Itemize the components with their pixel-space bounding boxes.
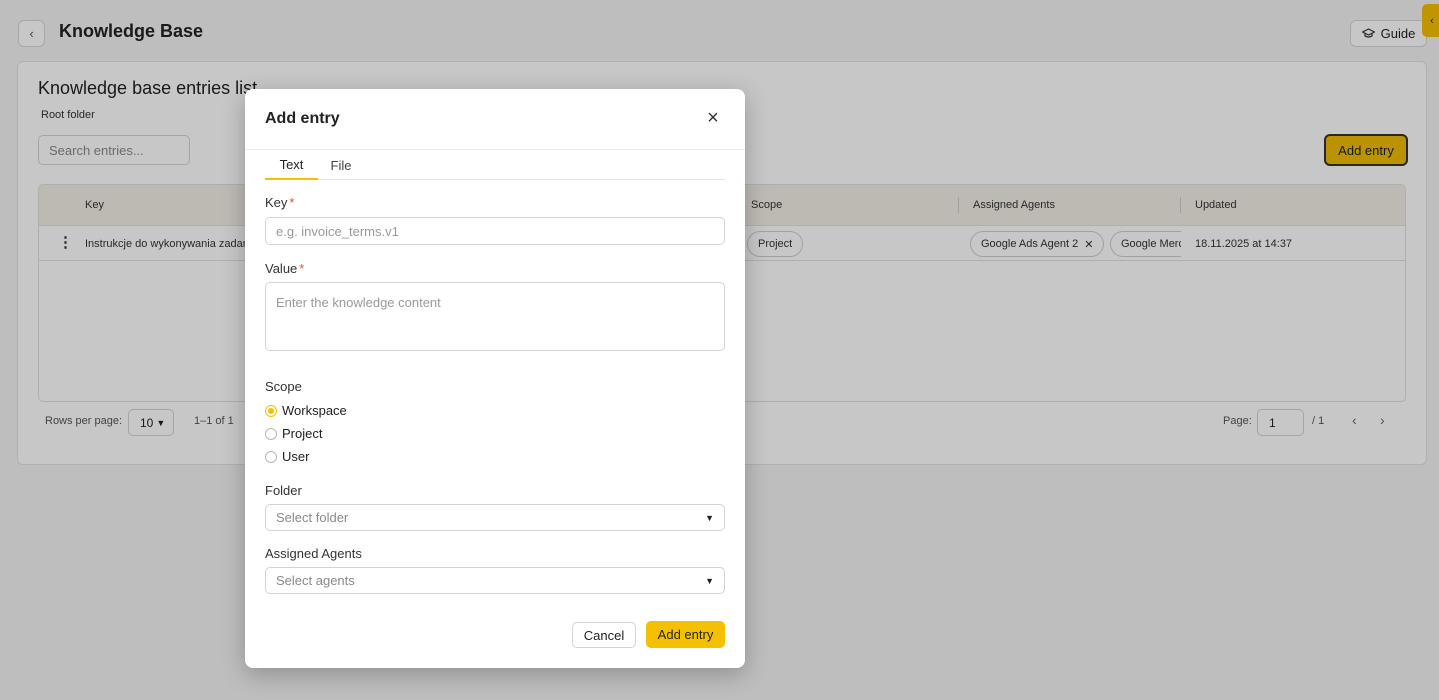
entry-type-tabs: Text File	[265, 151, 725, 180]
submit-add-entry-button[interactable]: Add entry	[646, 621, 725, 648]
value-textarea[interactable]	[265, 282, 725, 351]
radio-label: Workspace	[282, 403, 347, 418]
scope-radio-project[interactable]: Project	[265, 426, 322, 441]
close-icon[interactable]: ×	[703, 108, 723, 128]
value-label: Value *	[265, 261, 304, 276]
folder-select-placeholder: Select folder	[276, 510, 349, 525]
key-label: Key *	[265, 195, 294, 210]
scope-radio-user[interactable]: User	[265, 449, 309, 464]
radio-checked-icon[interactable]	[265, 404, 277, 417]
scope-label: Scope	[265, 379, 302, 394]
tab-text[interactable]: Text	[265, 151, 318, 180]
caret-down-icon: ▼	[705, 512, 714, 523]
required-mark: *	[299, 261, 305, 276]
caret-down-icon: ▼	[705, 575, 714, 586]
radio-unchecked-icon[interactable]	[265, 450, 277, 463]
agents-select[interactable]: Select agents ▼	[265, 567, 725, 594]
folder-select[interactable]: Select folder ▼	[265, 504, 725, 531]
tab-file[interactable]: File	[325, 151, 357, 180]
cancel-button[interactable]: Cancel	[572, 622, 636, 648]
add-entry-dialog: Add entry × Text File Key* Value* Scope …	[245, 89, 745, 668]
required-mark: *	[289, 195, 295, 210]
value-label-text: Value	[265, 261, 298, 276]
radio-unchecked-icon[interactable]	[265, 427, 277, 440]
radio-label: Project	[282, 426, 323, 441]
folder-label: Folder	[265, 483, 302, 498]
radio-label: User	[282, 449, 310, 464]
dialog-title: Add entry	[265, 110, 340, 127]
agents-select-placeholder: Select agents	[276, 573, 355, 588]
agents-label: Assigned Agents	[265, 546, 362, 561]
divider	[245, 149, 745, 150]
key-input[interactable]	[265, 217, 725, 245]
key-label-text: Key	[265, 195, 288, 210]
scope-radio-workspace[interactable]: Workspace	[265, 403, 347, 418]
